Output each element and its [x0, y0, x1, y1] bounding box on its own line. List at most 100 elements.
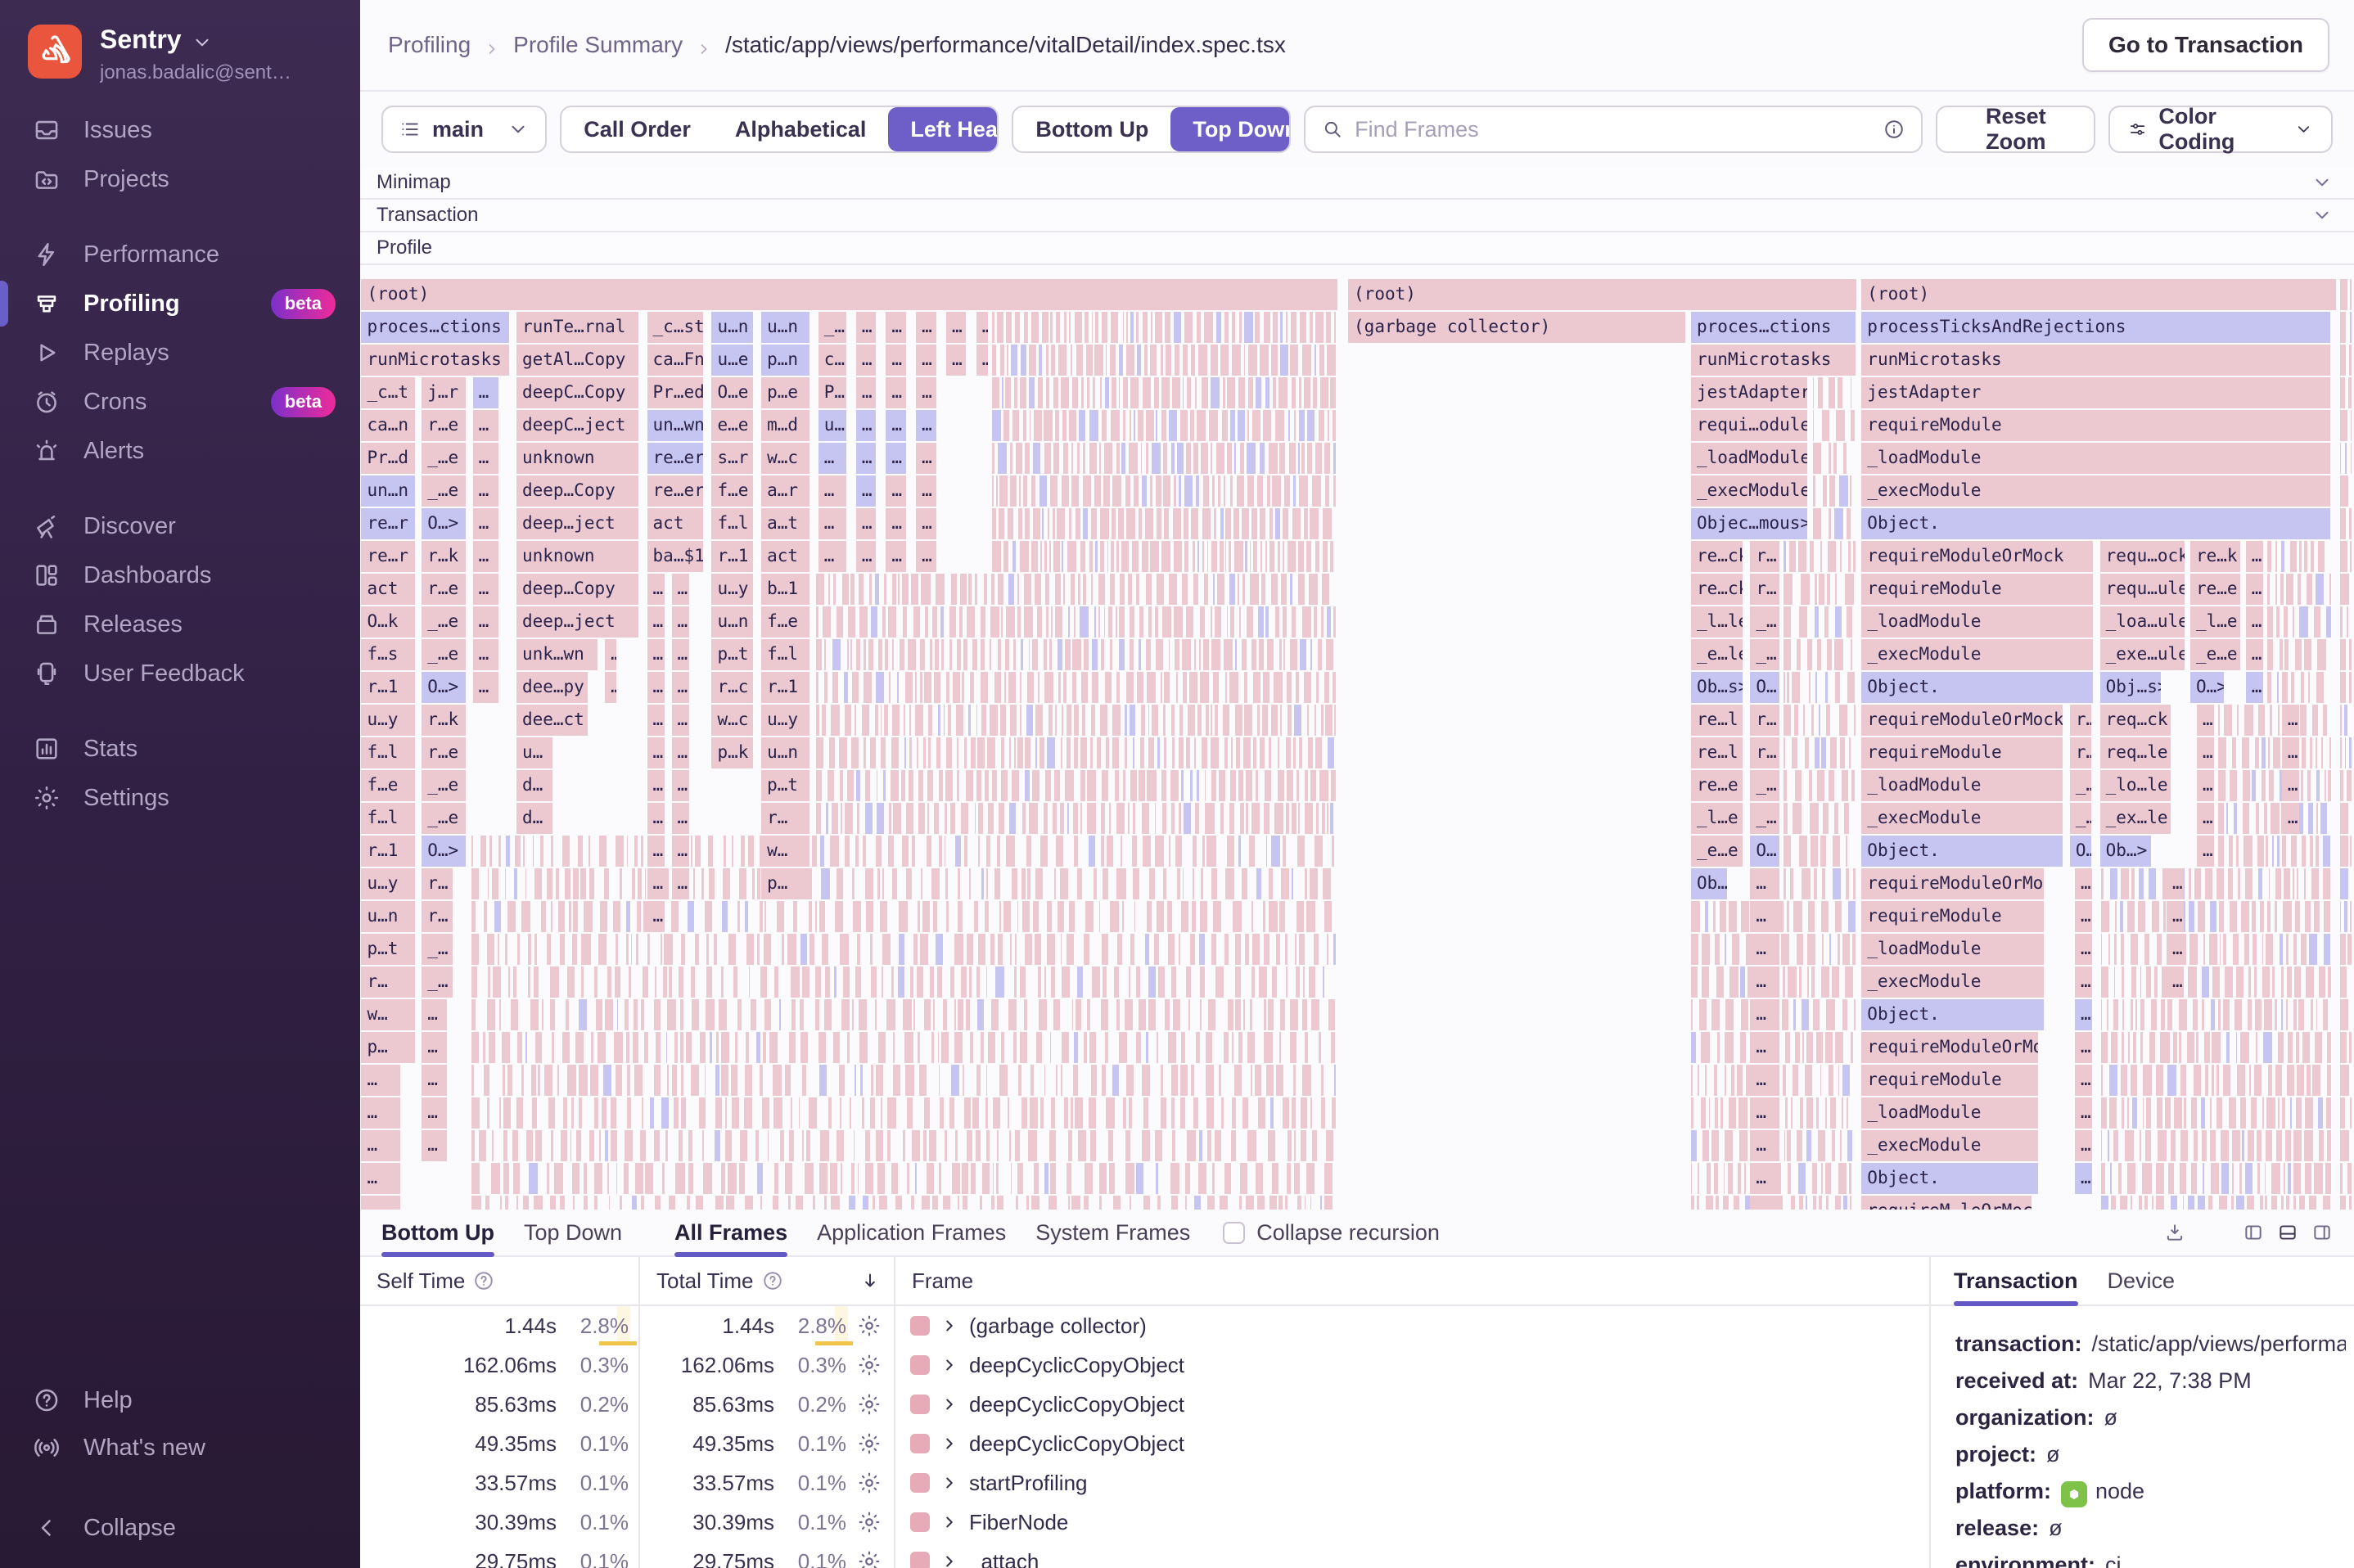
- flame-frame[interactable]: [1165, 312, 1170, 343]
- flame-frame[interactable]: [1101, 999, 1108, 1030]
- flame-frame[interactable]: [525, 1032, 527, 1063]
- flame-frame[interactable]: [2301, 770, 2303, 801]
- table-row[interactable]: 49.35ms0.1%49.35ms0.1%deepCyclicCopyObje…: [360, 1424, 1929, 1463]
- flame-frame[interactable]: proces…ctions: [361, 312, 509, 343]
- flame-frame[interactable]: [1307, 443, 1312, 474]
- flame-frame[interactable]: [1057, 508, 1065, 539]
- direction-top-down[interactable]: Top Down: [1170, 107, 1291, 151]
- flame-frame[interactable]: [963, 639, 967, 670]
- flame-frame[interactable]: [566, 999, 570, 1030]
- flame-frame[interactable]: …: [361, 1196, 399, 1210]
- flame-frame[interactable]: [1268, 999, 1273, 1030]
- flame-frame[interactable]: [1084, 1196, 1088, 1210]
- flame-frame[interactable]: [1280, 345, 1288, 376]
- flame-frame[interactable]: …: [672, 606, 689, 638]
- flame-frame[interactable]: [1228, 999, 1233, 1030]
- panel-left-icon[interactable]: [2243, 1222, 2264, 1243]
- flame-frame[interactable]: [2183, 1196, 2184, 1210]
- flame-frame[interactable]: [2128, 1032, 2131, 1063]
- flame-frame[interactable]: [2167, 999, 2172, 1030]
- flame-frame[interactable]: [1729, 966, 1738, 998]
- flame-frame[interactable]: [662, 1163, 665, 1194]
- flame-frame[interactable]: dee…ct: [516, 705, 588, 736]
- flame-frame[interactable]: [2173, 1032, 2177, 1063]
- flame-frame[interactable]: [1326, 1130, 1333, 1161]
- flame-frame[interactable]: [889, 803, 891, 834]
- flame-frame[interactable]: [2316, 803, 2318, 834]
- flame-frame[interactable]: [2278, 705, 2280, 736]
- flame-frame[interactable]: f…s: [361, 639, 414, 670]
- flame-frame[interactable]: [1263, 410, 1271, 441]
- flame-frame[interactable]: [819, 1065, 827, 1096]
- flame-frame[interactable]: [924, 999, 931, 1030]
- flame-frame[interactable]: [2142, 1163, 2151, 1194]
- flame-frame[interactable]: [1112, 1065, 1118, 1096]
- flame-frame[interactable]: [791, 1097, 792, 1129]
- flame-frame[interactable]: [1008, 1097, 1009, 1129]
- flame-frame[interactable]: [927, 770, 933, 801]
- flame-frame[interactable]: [1091, 508, 1097, 539]
- flame-frame[interactable]: [961, 966, 967, 998]
- flame-frame[interactable]: [579, 1065, 588, 1096]
- flame-frame[interactable]: [893, 1032, 895, 1063]
- flame-frame[interactable]: [544, 1065, 552, 1096]
- flame-frame[interactable]: [2101, 1065, 2103, 1096]
- flame-frame[interactable]: [1802, 999, 1809, 1030]
- flame-frame[interactable]: [2280, 934, 2283, 965]
- flame-frame[interactable]: [737, 901, 741, 932]
- flame-frame[interactable]: [2154, 966, 2158, 998]
- find-frames-input[interactable]: [1355, 117, 1872, 142]
- flame-frame[interactable]: [1815, 574, 1817, 605]
- flame-frame[interactable]: [960, 574, 966, 605]
- flame-frame[interactable]: [2157, 1097, 2162, 1129]
- flame-frame[interactable]: [837, 606, 843, 638]
- flame-frame[interactable]: [1826, 999, 1834, 1030]
- flame-frame[interactable]: [2212, 1065, 2214, 1096]
- flame-frame[interactable]: …: [647, 901, 665, 932]
- flame-frame[interactable]: Objec…mous>: [1691, 508, 1807, 539]
- flame-frame[interactable]: [505, 934, 507, 965]
- flame-frame[interactable]: [1008, 672, 1017, 703]
- flame-frame[interactable]: [1299, 475, 1308, 507]
- flame-frame[interactable]: [1055, 410, 1059, 441]
- flame-frame[interactable]: requ…ule: [2100, 574, 2185, 605]
- flame-frame[interactable]: [955, 836, 962, 867]
- flame-frame[interactable]: [1171, 1097, 1175, 1129]
- flame-frame[interactable]: [2139, 1196, 2142, 1210]
- flame-frame[interactable]: [624, 1163, 629, 1194]
- flame-frame[interactable]: [1116, 868, 1125, 899]
- flame-frame[interactable]: [1224, 737, 1229, 768]
- flame-frame[interactable]: [535, 1130, 542, 1161]
- flame-frame[interactable]: [1175, 345, 1179, 376]
- flame-frame[interactable]: [1144, 345, 1148, 376]
- flame-frame[interactable]: [1006, 606, 1015, 638]
- flame-frame[interactable]: [992, 541, 1000, 572]
- flame-frame[interactable]: [831, 1196, 840, 1210]
- flame-frame[interactable]: [1813, 377, 1815, 408]
- flame-frame[interactable]: [936, 934, 943, 965]
- flame-frame[interactable]: [1186, 443, 1191, 474]
- flame-frame[interactable]: [990, 705, 998, 736]
- flame-frame[interactable]: [1024, 574, 1031, 605]
- sidebar-item-settings[interactable]: Settings: [0, 773, 360, 822]
- flame-frame[interactable]: [1101, 836, 1104, 867]
- flame-frame[interactable]: [1050, 1032, 1052, 1063]
- flame-frame[interactable]: [525, 868, 526, 899]
- flame-frame[interactable]: [739, 868, 746, 899]
- flame-frame[interactable]: [818, 1032, 826, 1063]
- flame-frame[interactable]: [1238, 410, 1244, 441]
- flame-frame[interactable]: [839, 1065, 845, 1096]
- flame-frame[interactable]: [852, 672, 859, 703]
- flame-frame[interactable]: [1247, 443, 1256, 474]
- flame-frame[interactable]: [516, 1097, 522, 1129]
- flame-frame[interactable]: [1838, 377, 1842, 408]
- flame-frame[interactable]: [631, 934, 632, 965]
- flame-frame[interactable]: …: [2197, 705, 2214, 736]
- flame-frame[interactable]: [492, 868, 498, 899]
- flame-frame[interactable]: [1199, 1130, 1202, 1161]
- flame-frame[interactable]: [1310, 1097, 1312, 1129]
- flame-frame[interactable]: [1199, 934, 1205, 965]
- flame-frame[interactable]: [1009, 737, 1010, 768]
- flame-frame[interactable]: [634, 1065, 643, 1096]
- flame-frame[interactable]: [2253, 934, 2257, 965]
